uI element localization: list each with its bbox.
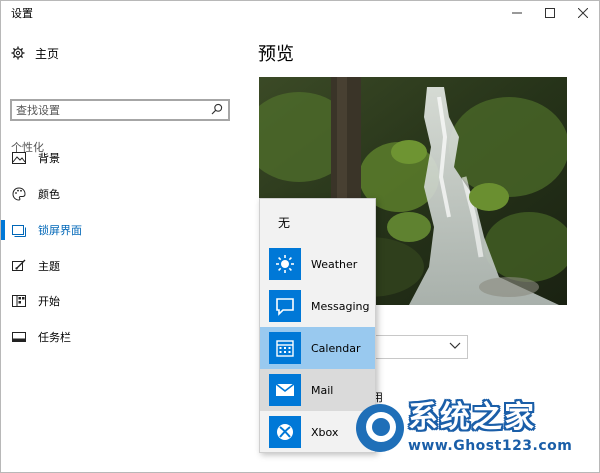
xbox-icon	[269, 416, 301, 448]
option-label: Calendar	[311, 341, 361, 355]
palette-icon	[12, 187, 26, 201]
option-label: Mail	[311, 383, 334, 397]
mail-icon	[269, 374, 301, 406]
sidebar-item-label: 锁屏界面	[38, 224, 82, 237]
chat-bubble-icon	[269, 290, 301, 322]
sidebar-item-label: 任务栏	[38, 331, 71, 344]
site-watermark: 系统之家 www.Ghost123.com	[350, 382, 600, 473]
search-input[interactable]	[16, 101, 204, 119]
maximize-button[interactable]	[533, 1, 566, 25]
sidebar-item-colors[interactable]: 颜色	[1, 182, 244, 206]
close-button[interactable]	[566, 1, 599, 25]
option-weather[interactable]: Weather	[260, 243, 375, 285]
sidebar-item-taskbar[interactable]: 任务栏	[1, 325, 244, 349]
option-label: Xbox	[311, 425, 339, 439]
brush-icon	[12, 259, 26, 273]
sidebar-item-start[interactable]: 开始	[1, 289, 244, 313]
active-indicator	[1, 220, 5, 240]
page-title: 预览	[258, 44, 294, 65]
maximize-icon	[544, 8, 555, 18]
sidebar-item-label: 主题	[38, 260, 60, 273]
search-icon[interactable]	[211, 103, 223, 115]
sidebar-item-label: 颜色	[38, 188, 60, 201]
sidebar: 主页 个性化 背景 颜色 锁屏界面	[1, 25, 244, 472]
option-label: Weather	[311, 257, 358, 271]
calendar-icon	[269, 332, 301, 364]
option-messaging[interactable]: Messaging	[260, 285, 375, 327]
start-menu-icon	[12, 294, 26, 308]
sidebar-item-home[interactable]: 主页	[11, 43, 59, 63]
minimize-button[interactable]	[500, 1, 533, 25]
sun-icon	[269, 248, 301, 280]
option-none[interactable]: 无	[278, 214, 290, 231]
sidebar-item-background[interactable]: 背景	[1, 146, 244, 170]
option-calendar[interactable]: Calendar	[260, 327, 375, 369]
sidebar-item-label: 开始	[38, 295, 60, 308]
option-label: Messaging	[311, 299, 370, 313]
close-icon	[577, 8, 588, 18]
watermark-logo-core	[372, 418, 390, 436]
gear-icon	[11, 46, 25, 60]
minimize-icon	[511, 12, 522, 14]
title-bar: 设置	[1, 1, 599, 25]
sidebar-item-lock-screen[interactable]: 锁屏界面	[1, 218, 244, 242]
sidebar-item-themes[interactable]: 主题	[1, 254, 244, 278]
app-selector-dropdown[interactable]	[372, 335, 468, 359]
search-box[interactable]	[10, 99, 230, 121]
taskbar-icon	[12, 330, 26, 344]
watermark-title: 系统之家	[408, 400, 536, 435]
home-label: 主页	[35, 46, 60, 61]
picture-icon	[12, 151, 26, 165]
sidebar-item-label: 背景	[38, 152, 60, 165]
chevron-down-icon	[449, 342, 461, 349]
lock-screen-icon	[12, 223, 26, 237]
window-title: 设置	[11, 7, 33, 20]
watermark-url: www.Ghost123.com	[408, 438, 573, 454]
